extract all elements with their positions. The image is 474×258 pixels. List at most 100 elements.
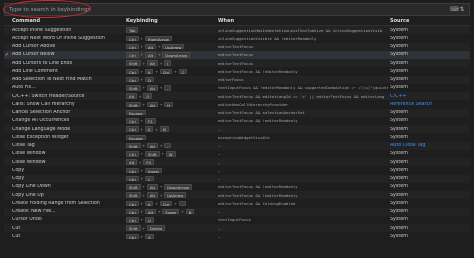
table-row[interactable]: Accept Next Word Of Inline Suggestion Ctr… xyxy=(4,34,470,42)
key-cap: Alt xyxy=(146,142,158,149)
when-cell: editorTextFocus && !editorReadonly xyxy=(218,118,298,124)
key-separator: + xyxy=(140,118,144,124)
keybinding-cell: Tab xyxy=(126,27,218,33)
key-cap: Ctrl xyxy=(126,200,139,207)
keybinding-cell: Escape xyxy=(126,134,218,141)
source-cell: System xyxy=(390,52,408,58)
when-cell: editorTextFocus && editorLangId == 'c' |… xyxy=(218,93,385,99)
source-cell: System xyxy=(390,85,408,91)
source-link[interactable]: Auto Close Tag xyxy=(388,143,468,148)
source-cell: System xyxy=(390,126,408,132)
command-cell: C/C++: Switch Header/Source xyxy=(12,93,85,99)
source-link[interactable]: Reference Search xyxy=(388,102,468,107)
table-row[interactable]: Copy Ctrl + C — System xyxy=(4,174,470,183)
key-separator: + xyxy=(159,85,163,91)
command-cell: Cut xyxy=(12,233,21,239)
source-cell: System xyxy=(390,77,408,83)
keybinding-cell: Shift + Alt +. xyxy=(126,142,218,149)
keybinding-cell: Shift + Alt + UpArrow xyxy=(126,192,218,198)
table-row[interactable]: Copy Ctrl + Insert — System xyxy=(4,166,470,174)
source-cell: System xyxy=(390,184,408,190)
when-cell: — xyxy=(218,176,221,182)
table-row[interactable]: Cancel Selection Anchor Escape editorTextF… xyxy=(4,108,470,117)
column-header-keybinding[interactable]: Keybinding xyxy=(126,18,218,24)
column-header-source[interactable]: Source xyxy=(388,18,468,24)
keybinding-cell: Escape xyxy=(126,109,218,116)
command-cell: Add Selection To Next Find Match xyxy=(12,77,92,83)
keybinding-cell: Ctrl + F2 xyxy=(126,118,218,124)
source-cell: System xyxy=(390,60,408,66)
key-cap: Ctrl xyxy=(126,217,139,223)
key-cap: Ctrl xyxy=(159,200,173,207)
command-cell: Close Exception Widget xyxy=(12,134,69,140)
table-row[interactable]: Close Tag Shift + Alt +. — Auto Close Tag xyxy=(4,141,470,150)
table-row[interactable]: Copy Line Down Shift + Alt + DownArrow editorT… xyxy=(4,183,470,191)
when-cell: — xyxy=(218,233,221,239)
key-cap: Alt xyxy=(144,43,157,50)
keybinding-cell: Ctrl + X xyxy=(126,233,218,240)
column-header-when[interactable]: When xyxy=(218,18,388,24)
command-cell: Close Window xyxy=(12,159,46,165)
when-cell: editorTextFocus xyxy=(218,44,254,50)
table-row[interactable]: C/C++: Switch Header/Source Alt + OeditorTe… xyxy=(4,92,470,101)
keybinding-cell: Ctrl + C xyxy=(126,175,218,182)
table-row[interactable]: Cut Ctrl + X — System xyxy=(4,232,470,240)
command-cell: Accept Next Word Of Inline Suggestion xyxy=(12,35,105,41)
table-row[interactable]: Accept Inline Suggestion Tab inlineSuggest… xyxy=(4,26,470,35)
keybinding-cell: Ctrl + Insert xyxy=(126,167,218,174)
key-separator: + xyxy=(154,68,159,74)
sort-icon[interactable]: ⇅ xyxy=(459,6,465,13)
when-cell: — xyxy=(218,209,221,215)
when-cell: — xyxy=(218,159,221,165)
table-row[interactable]: Cursor Undo Ctrl + UtextInputFocus System xyxy=(4,216,470,224)
when-cell: — xyxy=(218,126,221,132)
table-row[interactable]: Change All Occurrences Ctrl + F2 editorTextF… xyxy=(4,117,470,125)
key-separator: + xyxy=(154,200,159,206)
table-row[interactable]: Add Line Comment Ctrl + K + Ctrl + CeditorTextF… xyxy=(4,67,470,75)
table-row[interactable]: Add Cursor Above Ctrl + Alt + UpArrow editorTe… xyxy=(4,42,470,51)
column-header-command[interactable]: Command xyxy=(10,18,126,24)
when-cell: editorTextFocus && !editorReadonly xyxy=(218,192,298,198)
table-row[interactable]: Copy Line Up Shift + Alt + UpArrow editorTextF… xyxy=(4,191,470,200)
table-row[interactable]: Close Window Ctrl + Shift + W — System xyxy=(4,150,470,158)
record-keys-icon[interactable]: ⌨ xyxy=(450,6,459,13)
table-row[interactable]: Create Folding Range from Selection Ctrl +… xyxy=(4,199,470,207)
key-separator: + xyxy=(140,209,144,215)
key-cap: Ctrl xyxy=(126,35,139,42)
key-separator: + xyxy=(142,192,146,198)
key-cap: Alt xyxy=(146,184,158,190)
key-cap: K xyxy=(144,126,154,132)
when-cell: exceptionWidgetVisible xyxy=(218,134,270,140)
table-row[interactable]: Create: New File... Ctrl + Alt + Super + N — Syst… xyxy=(4,207,470,216)
table-row[interactable]: Auto Fix... Shift + Alt +. textInputFocus && … xyxy=(4,84,470,92)
table-row[interactable]: Change Language Mode Ctrl + K + M — System xyxy=(4,125,470,134)
source-cell: System xyxy=(390,200,408,206)
table-row[interactable]: Calls: Show Call Hierarchy Shift + Alt + Hedi… xyxy=(4,100,470,108)
key-cap: N xyxy=(185,208,195,215)
table-row[interactable]: Add Cursors to Line Ends Shift + Alt + Iedito… xyxy=(4,59,470,68)
key-cap: Alt xyxy=(144,52,157,58)
source-cell: System xyxy=(390,110,408,116)
command-cell: Add Cursors to Line Ends xyxy=(12,60,73,66)
keybindings-search-input[interactable] xyxy=(5,4,450,15)
key-separator: + xyxy=(173,68,178,74)
key-cap: M xyxy=(159,126,169,132)
table-row[interactable]: ✓ Add Cursor Below Ctrl + Alt + DownArrow edito… xyxy=(4,50,470,59)
table-row[interactable]: Close Exception Widget Escape exceptionWid… xyxy=(4,133,470,141)
command-cell: Copy Line Up xyxy=(12,192,44,198)
key-cap: Ctrl xyxy=(126,52,139,58)
table-header: Command Keybinding When Source xyxy=(4,17,470,26)
key-separator: + xyxy=(138,159,142,165)
key-separator: + xyxy=(159,60,163,66)
table-row[interactable]: Cut Shift + Delete — System xyxy=(4,224,470,233)
source-link[interactable]: C/C++ xyxy=(388,94,468,99)
key-separator: + xyxy=(159,143,163,149)
keybindings-search-bar[interactable]: ⌨ ⇅ xyxy=(4,3,470,16)
key-separator: + xyxy=(140,176,144,182)
key-cap: I xyxy=(164,60,172,66)
table-row[interactable]: Add Selection To Next Find Match Ctrl + Ded… xyxy=(4,75,470,84)
when-cell: editorTextFocus && !editorReadonly xyxy=(218,184,298,190)
table-row[interactable]: Close Window Alt + F4— System xyxy=(4,158,470,167)
key-cap: DownArrow xyxy=(164,184,192,190)
key-cap: Escape xyxy=(126,109,146,116)
